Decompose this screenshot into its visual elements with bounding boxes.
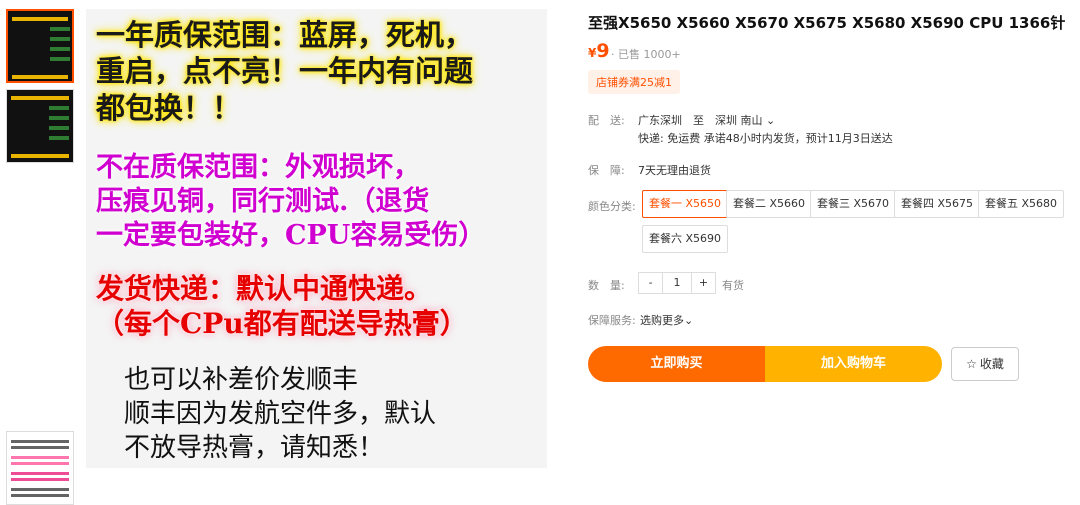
sf-express-note-text: 也可以补差价发顺丰 顺丰因为发航空件多，默认 不放导热膏，请知悉！ <box>124 365 437 463</box>
color-option-5[interactable]: 套餐五 X5680 <box>978 190 1065 218</box>
warranty-scope-text: 一年质保范围：蓝屏，死机， 重启，点不亮！一年内有问题 都包换！！ <box>96 18 474 125</box>
main-product-image: 一年质保范围：蓝屏，死机， 重启，点不亮！一年内有问题 都包换！！ 不在质保范围… <box>86 9 547 468</box>
chevron-down-icon: ⌄ <box>766 114 776 127</box>
guarantee-label: 保 障: <box>588 164 625 177</box>
thumbnail-line <box>11 494 69 497</box>
thumbnail-line <box>11 456 69 459</box>
thumbnail-band <box>50 27 70 31</box>
star-icon: ☆ <box>966 357 977 371</box>
thumbnail-band <box>49 116 69 120</box>
sold-count: · 已售 1000+ <box>611 48 681 61</box>
add-to-cart-button[interactable]: 加入购物车 <box>765 346 942 382</box>
thumbnail-band <box>11 96 69 100</box>
thumbnail-1[interactable] <box>6 9 74 83</box>
thumbnail-band <box>12 17 68 21</box>
favorite-label: 收藏 <box>979 357 1004 371</box>
quantity-label: 数 量: <box>588 279 625 292</box>
thumbnail-3[interactable] <box>6 431 74 505</box>
quantity-stepper: - 1 + <box>638 272 716 294</box>
color-option-1[interactable]: 套餐一 X5650 <box>642 190 729 218</box>
thumbnail-band <box>11 154 69 158</box>
guarantee-value: 7天无理由退货 <box>638 164 711 177</box>
thumbnail-list <box>6 9 76 505</box>
thumbnail-line <box>11 478 69 481</box>
thumbnail-line <box>11 488 69 491</box>
service-select[interactable]: 选购更多⌄ <box>640 312 693 328</box>
thumbnail-band <box>50 47 70 51</box>
thumbnail-band <box>50 57 70 61</box>
stock-status: 有货 <box>722 279 744 292</box>
chevron-down-icon: ⌄ <box>684 314 694 327</box>
color-option-6[interactable]: 套餐六 X5690 <box>642 225 729 253</box>
thumbnail-line <box>11 472 69 475</box>
thumbnail-band <box>49 126 69 130</box>
product-title: 至强X5650 X5660 X5670 X5675 X5680 X5690 CP… <box>588 14 1066 32</box>
coupon-badge[interactable]: 店铺券满25减1 <box>588 70 680 94</box>
color-label: 颜色分类: <box>588 200 636 213</box>
product-price: ¥9 <box>588 40 610 62</box>
thumbnail-line <box>11 440 69 443</box>
thumbnail-band <box>49 106 69 110</box>
shipping-courier-text: 发货快递：默认中通快递。 （每个CPu都有配送导热膏） <box>96 272 468 340</box>
quantity-input[interactable]: 1 <box>662 273 692 293</box>
service-select-text: 选购更多 <box>640 314 684 327</box>
shipping-route[interactable]: 广东深圳 至 深圳 南山 ⌄ <box>638 112 775 128</box>
thumbnail-band <box>12 75 68 79</box>
color-option-2[interactable]: 套餐二 X5660 <box>726 190 813 218</box>
thumbnail-band <box>49 136 69 140</box>
price-value: 9 <box>596 40 610 62</box>
favorite-button[interactable]: ☆ 收藏 <box>951 347 1019 381</box>
quantity-minus-button[interactable]: - <box>639 273 662 293</box>
service-label: 保障服务: <box>588 314 636 327</box>
shipping-detail: 快递: 免运费 承诺48小时内发货，预计11月3日送达 <box>638 132 893 145</box>
buy-now-button[interactable]: 立即购买 <box>588 346 765 382</box>
non-warranty-text: 不在质保范围：外观损坏， 压痕见铜，同行测试.（退货 一定要包装好，CPU容易受… <box>96 152 486 251</box>
thumbnail-line <box>11 446 69 449</box>
thumbnail-line <box>11 462 69 465</box>
thumbnail-2[interactable] <box>6 89 74 163</box>
color-option-3[interactable]: 套餐三 X5670 <box>810 190 897 218</box>
shipping-route-text: 广东深圳 至 深圳 南山 <box>638 114 763 127</box>
quantity-plus-button[interactable]: + <box>692 273 715 293</box>
thumbnail-band <box>50 37 70 41</box>
shipping-label: 配 送: <box>588 114 625 127</box>
color-option-4[interactable]: 套餐四 X5675 <box>894 190 981 218</box>
